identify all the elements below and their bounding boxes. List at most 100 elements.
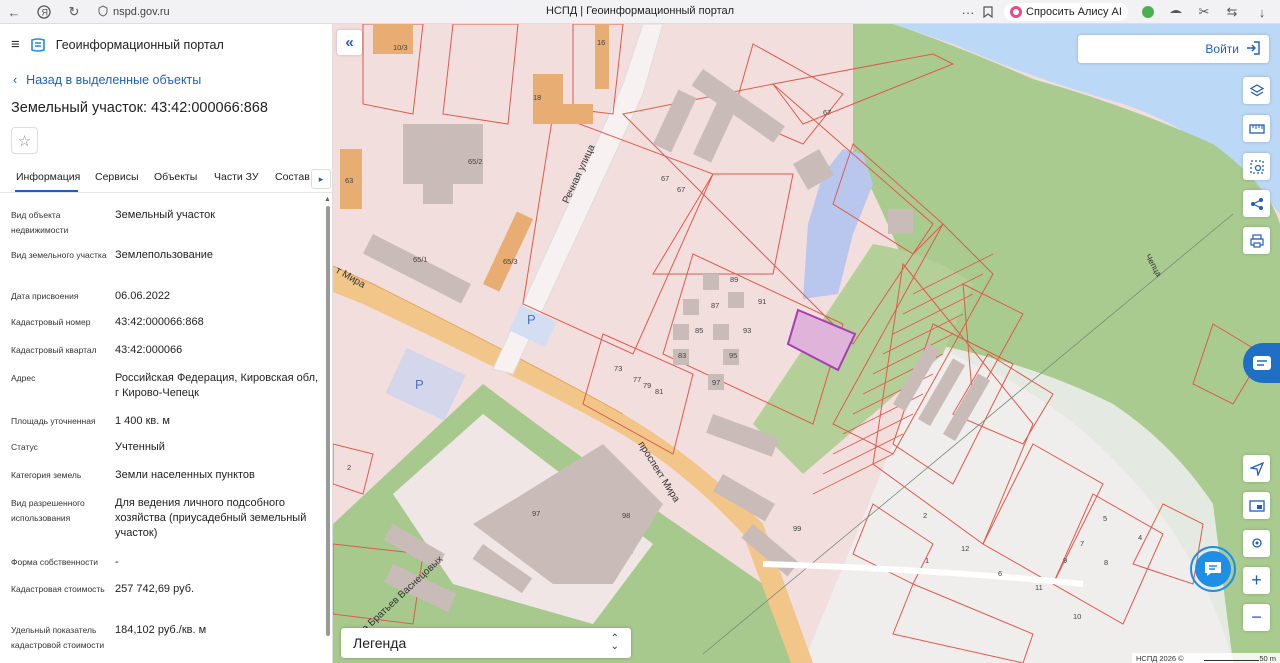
layers-icon[interactable] [1243,77,1270,104]
login-button[interactable]: Войти [1078,35,1269,63]
browser-toolbar: ← Я ↻ nspd.gov.ru НСПД | Геоинформационн… [0,0,1280,24]
yandex-icon[interactable]: Я [34,2,54,22]
scroll-up-icon[interactable]: ▲ [324,196,331,203]
info-sidebar: ≡ Геоинформационный портал ‹ Назад в выд… [0,24,333,663]
house-number: 93 [743,326,751,335]
address-bar[interactable]: nspd.gov.ru [92,3,176,21]
house-number: 5 [1103,514,1107,523]
info-value: 43:42:000066:868 [115,316,204,328]
info-label: Форма собственности [11,557,98,567]
back-link[interactable]: ‹ Назад в выделенные объекты [13,73,201,87]
ruler-icon[interactable] [1243,115,1270,142]
house-number: 73 [614,364,622,373]
info-value: Для ведения личного подсобного хозяйства… [115,497,307,539]
house-number: 85 [695,326,703,335]
info-label: Категория земель [11,470,82,480]
house-number: 6 [998,569,1002,578]
geolocation-icon[interactable] [1243,455,1270,482]
scrollbar-thumb[interactable] [326,206,330,636]
tabs-bar: Информация Сервисы Объекты Части ЗУ Сост… [11,165,332,193]
expand-collapse-icon: ⌃ ⌄ [610,633,619,652]
cadastral-map[interactable]: Речная улица т Мира проспект Мира лица Б… [333,24,1280,663]
tab-parts[interactable]: Части ЗУ [214,171,259,183]
chat-button[interactable] [1190,546,1236,592]
portal-logo-icon [30,37,45,52]
print-icon[interactable] [1243,227,1270,254]
portal-header: ≡ Геоинформационный портал [11,36,224,53]
house-number: 10/3 [393,43,408,52]
info-label: Кадастровая стоимость [11,584,105,594]
zoom-out-icon[interactable]: − [1243,604,1270,631]
scale-line [1204,655,1260,661]
legend-label: Легенда [353,635,407,651]
house-number: 77 [633,375,641,384]
parking-label: P [527,312,536,327]
login-icon [1245,40,1261,58]
info-value: 43:42:000066 [115,344,183,356]
info-label: Адрес [11,373,36,383]
info-label: Вид объекта недвижимости [11,210,69,235]
location-pin-icon[interactable] [1243,530,1270,557]
info-label: Вид разрешенного использования [11,498,85,523]
assistant-side-icon[interactable] [1243,343,1280,383]
select-area-icon[interactable] [1243,153,1270,180]
house-number: 8 [1104,558,1108,567]
info-value: Российская Федерация, Кировская обл, г К… [115,372,319,399]
info-label: Кадастровый квартал [11,345,97,355]
menu-icon[interactable]: ≡ [11,36,20,53]
reload-icon[interactable]: ↻ [64,2,84,22]
favorite-star-icon[interactable]: ☆ [11,127,38,154]
house-number: 87 [711,301,719,310]
house-number: 65/1 [413,255,428,264]
share-icon[interactable] [1243,190,1270,217]
zoom-in-icon[interactable]: + [1243,567,1270,594]
house-number: 81 [655,387,663,396]
house-number: 89 [730,275,738,284]
house-number: 2 [923,511,927,520]
house-number: 12 [961,544,969,553]
house-number: 18 [533,93,541,102]
house-number: 16 [597,38,605,47]
extension-tools-icon[interactable]: ✂ [1194,2,1214,22]
tab-composition[interactable]: Состав [275,171,310,183]
house-number: 9 [1063,556,1067,565]
info-label: Вид земельного участка [11,250,107,260]
info-value: 1 400 кв. м [115,415,170,427]
legend-dropdown[interactable]: Легенда ⌃ ⌄ [341,628,631,658]
tabs-next-icon[interactable]: ▸ [311,169,331,189]
url-text: nspd.gov.ru [113,6,170,18]
house-number: 98 [622,511,630,520]
info-value: 06.06.2022 [115,290,171,302]
map-attribution: НСПД 2026 © 50 m [1132,653,1280,663]
minimap-icon[interactable] [1243,492,1270,519]
alisa-button[interactable]: Спросить Алису AI [1004,3,1128,21]
map-canvas[interactable]: Речная улица т Мира проспект Мира лица Б… [333,24,1280,663]
info-label: Площадь уточненная [11,416,96,426]
house-number: 91 [758,297,766,306]
info-label: Кадастровый номер [11,317,91,327]
download-icon[interactable]: ↓ [1252,2,1272,22]
alisa-icon [1010,6,1022,18]
bookmark-icon[interactable] [978,2,998,22]
extension-hat-icon[interactable] [1166,2,1186,22]
sidebar-scrollbar[interactable]: ▲ [324,196,332,663]
house-number: 2 [347,463,351,472]
house-number: 99 [793,524,801,533]
back-arrow-icon[interactable]: ← [4,2,24,22]
object-title: Земельный участок: 43:42:000066:868 [11,100,268,116]
info-label: Статус [11,442,38,452]
house-number: 67 [677,185,685,194]
tab-objects[interactable]: Объекты [154,171,197,183]
tab-services[interactable]: Сервисы [95,171,139,183]
more-icon[interactable]: ··· [958,2,978,22]
house-number: 4 [1138,533,1142,542]
collapse-sidebar-icon[interactable]: « [337,30,362,55]
extension-translate-icon[interactable]: ⇆ [1222,2,1242,22]
shield-icon [98,4,108,20]
tab-information[interactable]: Информация [16,171,80,183]
info-value: Учтенный [115,441,165,453]
info-value: Земельный участок [115,209,216,221]
extension-shield-icon[interactable] [1138,2,1158,22]
house-number: 11 [1035,583,1043,592]
house-number: 65/2 [468,157,483,166]
